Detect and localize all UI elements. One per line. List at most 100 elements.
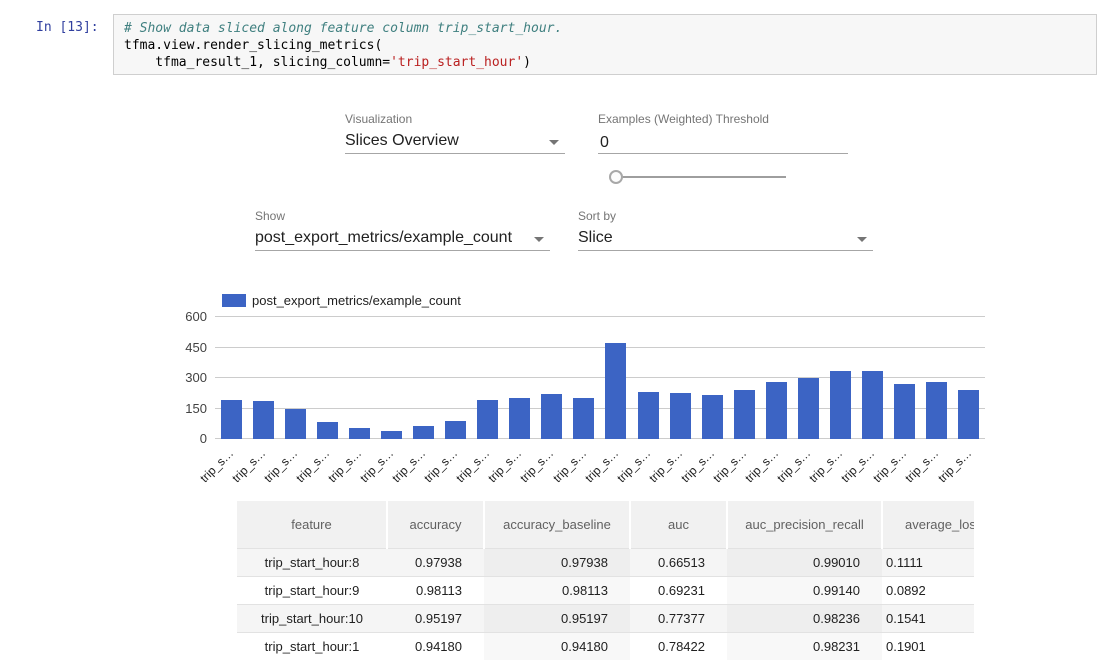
chart-bar[interactable]	[798, 378, 819, 439]
chart-bar[interactable]	[830, 371, 851, 439]
bar-slot	[792, 317, 824, 439]
metrics-table-wrap: featureaccuracyaccuracy_baselineaucauc_p…	[237, 501, 974, 668]
chart-bar[interactable]	[670, 393, 691, 439]
table-header-row: featureaccuracyaccuracy_baselineaucauc_p…	[237, 501, 974, 548]
chart-legend: post_export_metrics/example_count	[222, 293, 461, 308]
column-header[interactable]: feature	[237, 501, 387, 548]
code-text: )	[523, 55, 531, 70]
column-header[interactable]: auc_precision_recall	[727, 501, 882, 548]
metrics-table: featureaccuracyaccuracy_baselineaucauc_p…	[237, 501, 974, 660]
column-header[interactable]: average_loss	[882, 501, 974, 548]
code-line: # Show data sliced along feature column …	[124, 20, 1086, 37]
metric-cell: 0.77377	[630, 604, 727, 632]
chart-bar[interactable]	[958, 390, 979, 439]
y-axis-label: 600	[150, 309, 207, 324]
chart-bar[interactable]	[285, 409, 306, 439]
sort-by-value: Slice	[578, 229, 613, 246]
bar-slot	[568, 317, 600, 439]
bar-slot	[760, 317, 792, 439]
chart-bar[interactable]	[862, 371, 883, 439]
chart-bar[interactable]	[381, 431, 402, 439]
chart-bar[interactable]	[926, 382, 947, 439]
table-row: trip_start_hour:80.979380.979380.665130.…	[237, 548, 974, 576]
bar-slot	[953, 317, 985, 439]
bar-slot	[857, 317, 889, 439]
chart-plot	[215, 317, 985, 439]
bar-slot	[664, 317, 696, 439]
visualization-select[interactable]: Slices Overview	[345, 130, 565, 154]
chart-bar[interactable]	[573, 398, 594, 439]
metric-cell: 0.98113	[387, 576, 484, 604]
feature-cell: trip_start_hour:8	[237, 548, 387, 576]
threshold-slider[interactable]	[609, 170, 786, 184]
feature-cell: trip_start_hour:9	[237, 576, 387, 604]
metric-cell: 0.98231	[727, 632, 882, 660]
chart-bar[interactable]	[605, 343, 626, 439]
bar-slot	[247, 317, 279, 439]
bar-slot	[889, 317, 921, 439]
bar-slot	[375, 317, 407, 439]
show-select[interactable]: post_export_metrics/example_count	[255, 227, 550, 251]
table-row: trip_start_hour:10.941800.941800.784220.…	[237, 632, 974, 660]
chart-bar[interactable]	[702, 395, 723, 439]
column-header[interactable]: accuracy	[387, 501, 484, 548]
chart-bar[interactable]	[221, 400, 242, 439]
threshold-label: Examples (Weighted) Threshold	[598, 112, 769, 126]
bar-slot	[279, 317, 311, 439]
chart-bar[interactable]	[317, 422, 338, 439]
visualization-value: Slices Overview	[345, 132, 459, 149]
chevron-down-icon	[534, 237, 544, 242]
chart-bars	[215, 317, 985, 439]
code-text: tfma_result_1, slicing_column=	[124, 55, 390, 70]
column-header[interactable]: auc	[630, 501, 727, 548]
chart-bar[interactable]	[541, 394, 562, 439]
metric-cell: 0.97938	[484, 548, 630, 576]
chart-bar[interactable]	[477, 400, 498, 439]
metric-cell: 0.94180	[387, 632, 484, 660]
chart-bar[interactable]	[413, 426, 434, 439]
bar-slot	[504, 317, 536, 439]
code-comment: # Show data sliced along feature column …	[124, 21, 562, 36]
metric-cell: 0.95197	[484, 604, 630, 632]
chart-bar[interactable]	[734, 390, 755, 439]
chart-bar[interactable]	[509, 398, 530, 439]
code-string: 'trip_start_hour'	[390, 55, 523, 70]
table-row: trip_start_hour:90.981130.981130.692310.…	[237, 576, 974, 604]
column-header[interactable]: accuracy_baseline	[484, 501, 630, 548]
notebook-page: In [13]: # Show data sliced along featur…	[0, 0, 1111, 668]
chevron-down-icon	[549, 140, 559, 145]
threshold-input[interactable]	[598, 130, 848, 154]
metric-cell: 0.1541	[882, 604, 974, 632]
legend-swatch-icon	[222, 294, 246, 307]
chart-x-labels: trip_s…trip_s…trip_s…trip_s…trip_s…trip_…	[215, 441, 985, 477]
chart-bar[interactable]	[894, 384, 915, 439]
bar-slot	[728, 317, 760, 439]
sort-by-label: Sort by	[578, 209, 616, 223]
metric-cell: 0.78422	[630, 632, 727, 660]
chart-bar[interactable]	[638, 392, 659, 439]
chart-bar[interactable]	[445, 421, 466, 439]
bar-slot	[407, 317, 439, 439]
show-label: Show	[255, 209, 285, 223]
code-cell[interactable]: # Show data sliced along feature column …	[113, 14, 1097, 75]
y-axis-label: 450	[150, 340, 207, 355]
bar-slot	[536, 317, 568, 439]
metric-cell: 0.99140	[727, 576, 882, 604]
bar-slot	[311, 317, 343, 439]
chart-bar[interactable]	[766, 382, 787, 439]
sort-by-select[interactable]: Slice	[578, 227, 873, 251]
metric-cell: 0.98236	[727, 604, 882, 632]
bar-slot	[343, 317, 375, 439]
chart-bar[interactable]	[253, 401, 274, 439]
legend-label: post_export_metrics/example_count	[252, 293, 461, 308]
show-value: post_export_metrics/example_count	[255, 229, 512, 246]
bar-slot	[215, 317, 247, 439]
metric-cell: 0.1901	[882, 632, 974, 660]
slider-thumb[interactable]	[609, 170, 623, 184]
metric-cell: 0.98113	[484, 576, 630, 604]
slider-track[interactable]	[618, 176, 786, 178]
bar-slot	[824, 317, 856, 439]
chart-bar[interactable]	[349, 428, 370, 439]
table-row: trip_start_hour:100.951970.951970.773770…	[237, 604, 974, 632]
metric-cell: 0.94180	[484, 632, 630, 660]
